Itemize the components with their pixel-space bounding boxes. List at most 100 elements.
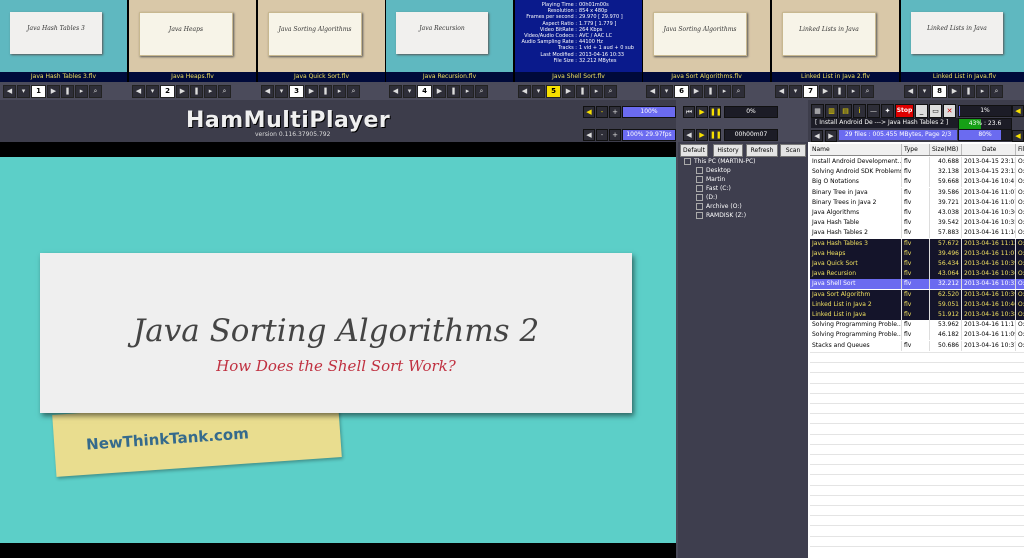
magnifier-icon[interactable]: ⌕ — [218, 84, 231, 98]
magnifier-icon[interactable]: ⌕ — [347, 84, 360, 98]
volume-up-button[interactable]: + — [609, 106, 621, 118]
speaker-icon-right[interactable]: ◀ — [1012, 105, 1024, 117]
stop-button[interactable]: Stop — [895, 104, 914, 118]
pause-icon[interactable]: ❚ — [61, 84, 74, 98]
play-icon[interactable]: ▶ — [948, 84, 961, 98]
pause-icon[interactable]: ❚ — [833, 84, 846, 98]
prev-button[interactable]: ⏮ — [683, 106, 695, 118]
pause-icon[interactable]: ❚ — [447, 84, 460, 98]
play-button-2[interactable]: ▶ — [696, 129, 708, 141]
thumbnail-label-1[interactable]: Java Hash Tables 3.flv — [0, 72, 127, 82]
thumbnail-4[interactable]: Java Recursion — [386, 0, 513, 72]
play-icon[interactable]: ▶ — [47, 84, 60, 98]
tree-item[interactable]: Desktop — [696, 166, 731, 175]
table-row[interactable]: Binary Tree in Java flv 39.586 2013-04-16 1… — [810, 187, 1024, 198]
header-file[interactable]: File — [1016, 144, 1024, 155]
page-next-button[interactable]: ▶ — [825, 130, 837, 142]
table-row[interactable]: Solving Programming Proble... flv 46.182 20… — [810, 330, 1024, 341]
rewind-icon[interactable]: ◀ — [518, 84, 531, 98]
minimize-button[interactable]: _ — [915, 104, 928, 118]
grid-icon[interactable]: ▦ — [811, 104, 824, 118]
table-row[interactable]: Java Hash Table flv 39.542 2013-04-16 10:35… — [810, 218, 1024, 229]
slot-number[interactable]: 7 — [803, 84, 818, 98]
thumbnail-2[interactable]: Java Heaps — [129, 0, 256, 72]
thumbnail-3[interactable]: Java Sorting Algorithms — [258, 0, 385, 72]
table-row[interactable]: Java Hash Tables 2 flv 57.883 2013-04-16 11… — [810, 228, 1024, 239]
prev-icon[interactable]: ▾ — [660, 84, 673, 98]
fps-slider[interactable]: 100% 29.97fps — [622, 129, 676, 141]
stars-icon[interactable]: ✦ — [881, 104, 894, 118]
slot-number[interactable]: 5 — [546, 84, 561, 98]
magnifier-icon[interactable]: ⌕ — [475, 84, 488, 98]
volume-slider[interactable]: 100% — [622, 106, 676, 118]
table-row[interactable]: Java Hash Tables 3 flv 57.672 2013-04-16 11… — [810, 238, 1024, 249]
table-row[interactable]: Java Shell Sort flv 32.212 2013-04-16 10:33… — [810, 279, 1024, 290]
thumbnail-label-5[interactable]: Java Shell Sort.flv — [515, 72, 642, 82]
pause-icon[interactable]: ❚ — [319, 84, 332, 98]
thumbnail-label-6[interactable]: Java Sort Algorithms.flv — [643, 72, 770, 82]
thumbnail-label-3[interactable]: Java Quick Sort.flv — [258, 72, 385, 82]
magnifier-icon[interactable]: ⌕ — [89, 84, 102, 98]
table-row[interactable]: Java Algorithms flv 43.038 2013-04-16 10:36… — [810, 208, 1024, 218]
table-row[interactable]: Linked List in Java flv 51.912 2013-04-16 1… — [810, 310, 1024, 320]
magnifier-icon[interactable]: ⌕ — [861, 84, 874, 98]
next-icon[interactable]: ▸ — [718, 84, 731, 98]
thumbnail-label-2[interactable]: Java Heaps.flv — [129, 72, 256, 82]
next-icon[interactable]: ▸ — [976, 84, 989, 98]
rewind-icon[interactable]: ◀ — [132, 84, 145, 98]
next-icon[interactable]: ▸ — [75, 84, 88, 98]
prev-icon[interactable]: ▾ — [146, 84, 159, 98]
thumbnail-7[interactable]: Linked Lists in Java — [772, 0, 899, 72]
header-size[interactable]: Size(MB) — [930, 144, 962, 155]
slot-number[interactable]: 1 — [31, 84, 46, 98]
table-row[interactable]: Big O Notations flv 59.668 2013-04-16 10:41… — [810, 177, 1024, 188]
speaker-icon[interactable]: ◀ — [583, 106, 595, 118]
slot-number[interactable]: 4 — [417, 84, 432, 98]
close-button[interactable]: ✕ — [943, 104, 956, 118]
position-slider[interactable]: 0% — [724, 106, 778, 118]
table-row[interactable]: Java Heaps flv 39.496 2013-04-16 11:07 O: — [810, 248, 1024, 259]
table-row[interactable]: Java Sort Algorithm flv 62.520 2013-04-16 1… — [810, 289, 1024, 300]
pause-icon[interactable]: ❚ — [576, 84, 589, 98]
layout-icon[interactable]: ▥ — [825, 104, 838, 118]
tree-item[interactable]: Fast (C:) — [696, 184, 731, 193]
volume-down-button[interactable]: - — [596, 106, 608, 118]
thumbnail-label-8[interactable]: Linked List in Java.flv — [901, 72, 1024, 82]
tree-item[interactable]: Martin — [696, 175, 725, 184]
prev-icon[interactable]: ▾ — [532, 84, 545, 98]
pause-icon[interactable]: ❚ — [704, 84, 717, 98]
pause-icon[interactable]: ❚ — [962, 84, 975, 98]
refresh-button[interactable]: Refresh — [746, 144, 778, 157]
play-icon[interactable]: ▶ — [562, 84, 575, 98]
rewind-icon[interactable]: ◀ — [646, 84, 659, 98]
table-row[interactable]: Linked List in Java 2 flv 59.051 2013-04-16… — [810, 299, 1024, 310]
minus-icon[interactable]: — — [867, 104, 880, 118]
speed-up-button[interactable]: + — [609, 129, 621, 141]
play-icon[interactable]: ▶ — [433, 84, 446, 98]
next-icon[interactable]: ▸ — [333, 84, 346, 98]
rewind-button[interactable]: ◀ — [683, 129, 695, 141]
prev-icon[interactable]: ▾ — [17, 84, 30, 98]
next-icon[interactable]: ▸ — [204, 84, 217, 98]
pause-icon[interactable]: ❚ — [190, 84, 203, 98]
pause-button-2[interactable]: ❚❚ — [709, 129, 722, 141]
play-button[interactable]: ▶ — [696, 106, 708, 118]
pause-button[interactable]: ❚❚ — [709, 106, 722, 118]
thumbnail-label-4[interactable]: Java Recursion.flv — [386, 72, 513, 82]
tree-item[interactable]: RAMDISK (Z:) — [696, 211, 746, 220]
table-row[interactable]: Solving Programming Proble... flv 53.962 20… — [810, 320, 1024, 331]
slot-number[interactable]: 3 — [289, 84, 304, 98]
default-button[interactable]: Default — [680, 144, 708, 157]
play-icon[interactable]: ▶ — [690, 84, 703, 98]
table-row[interactable]: Binary Trees in Java 2 flv 39.721 2013-04-1… — [810, 197, 1024, 208]
right-percent-slider[interactable]: 1% — [958, 105, 1012, 117]
table-row[interactable]: Java Quick Sort flv 56.434 2013-04-16 10:39… — [810, 259, 1024, 269]
header-name[interactable]: Name — [810, 144, 902, 155]
play-icon[interactable]: ▶ — [819, 84, 832, 98]
tree-item[interactable]: (D:) — [696, 193, 717, 202]
table-row[interactable]: Install Android Development... flv 40.688 2… — [810, 157, 1024, 167]
play-icon[interactable]: ▶ — [305, 84, 318, 98]
rewind-icon[interactable]: ◀ — [261, 84, 274, 98]
info-icon[interactable]: i — [853, 104, 866, 118]
magnifier-icon[interactable]: ⌕ — [604, 84, 617, 98]
